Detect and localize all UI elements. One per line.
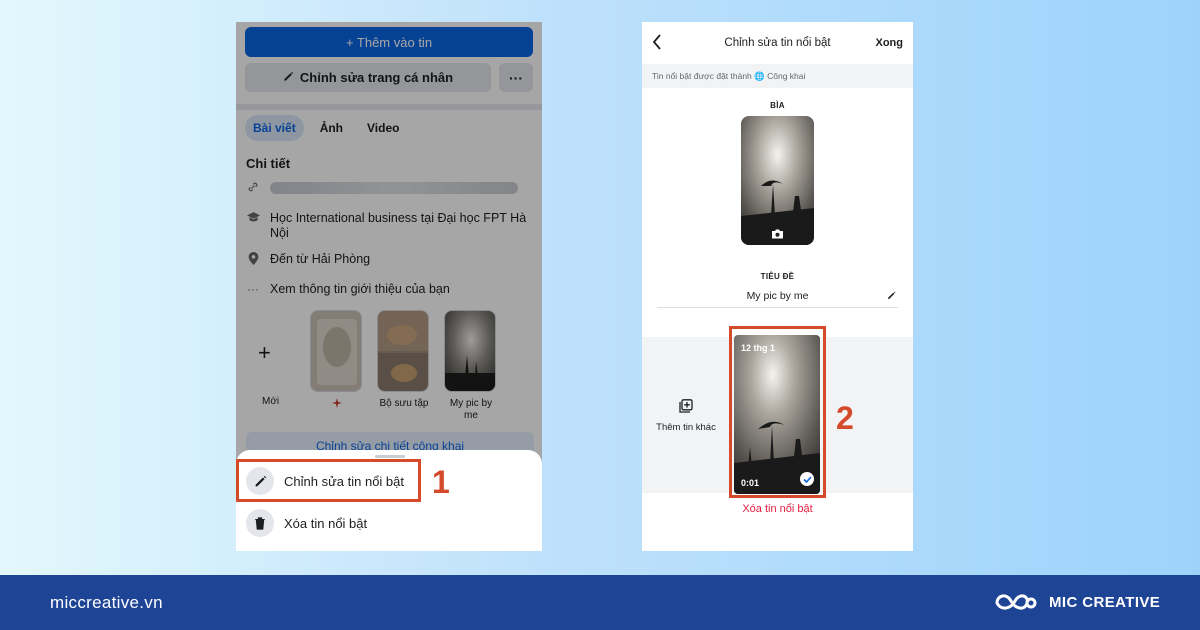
footer-bar: miccreative.vn MIC CREATIVE [0, 575, 1200, 630]
title-label: TIÊU ĐỀ [760, 272, 795, 281]
page-title: Chỉnh sửa tin nổi bật [724, 37, 831, 49]
cover-image[interactable] [741, 116, 814, 245]
cover-label: BÌA [770, 101, 785, 110]
done-button[interactable]: Xong [876, 37, 904, 49]
camera-icon[interactable] [771, 226, 784, 239]
annotation-box-1 [236, 459, 421, 502]
add-story-label: Thêm tin khác [656, 422, 716, 433]
sheet-grabber[interactable] [375, 455, 405, 458]
annotation-number-2: 2 [836, 400, 854, 436]
add-story-icon [679, 399, 693, 417]
footer-url[interactable]: miccreative.vn [50, 593, 163, 613]
edit-highlight-header: Chỉnh sửa tin nổi bật Xong [642, 22, 913, 64]
footer-brand: MIC CREATIVE [1049, 594, 1161, 611]
delete-highlight-label: Xóa tin nổi bật [284, 515, 368, 531]
title-input[interactable]: My pic by me [642, 290, 913, 302]
pencil-icon[interactable] [887, 291, 896, 303]
trash-icon [246, 509, 274, 537]
annotation-box-2 [729, 326, 826, 498]
mic-creative-logo-icon [993, 589, 1037, 617]
delete-highlight-option[interactable]: Xóa tin nổi bật [246, 509, 367, 537]
privacy-note[interactable]: Tin nổi bật được đặt thành 🌐 Công khai [642, 64, 913, 88]
add-more-stories-button[interactable]: Thêm tin khác [642, 399, 730, 433]
annotation-number-1: 1 [432, 464, 450, 500]
title-underline [657, 307, 898, 308]
delete-highlight-link[interactable]: Xóa tin nổi bật [642, 503, 913, 515]
